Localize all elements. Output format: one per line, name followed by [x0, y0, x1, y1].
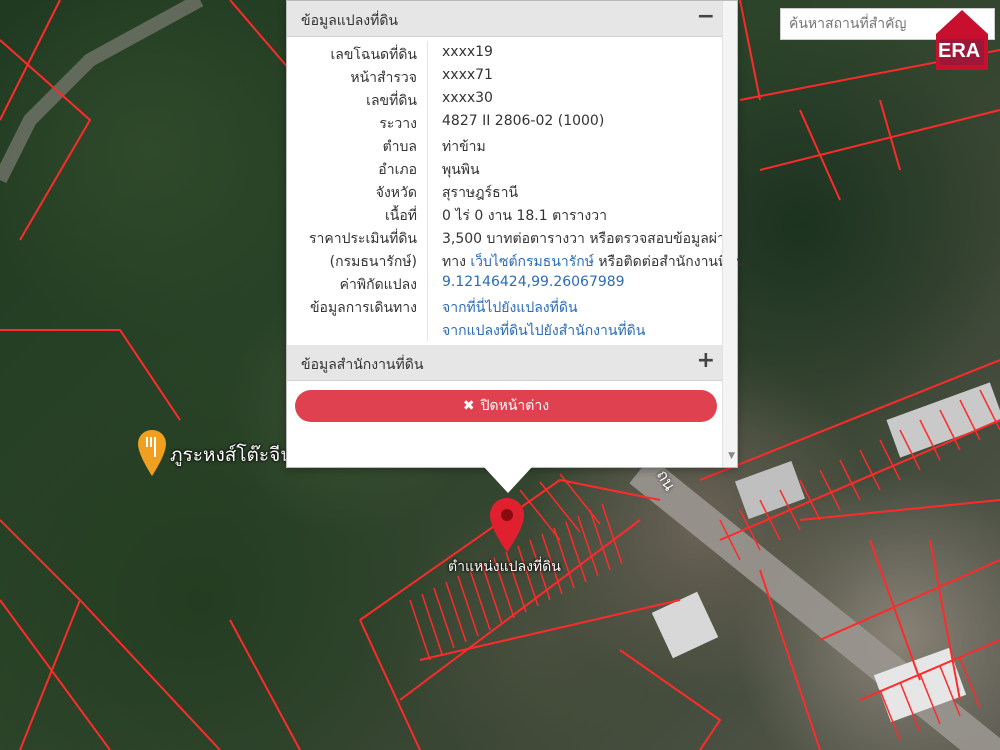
info-label: ราคาประเมินที่ดิน [308, 231, 417, 247]
info-value: xxxx19 [442, 44, 493, 60]
marker-label: ตำแหน่งแปลงที่ดิน [448, 559, 561, 575]
info-row-coordinates: ค่าพิกัดแปลง 9.12146424,99.26067989 [287, 271, 723, 294]
info-value: xxxx71 [442, 67, 493, 83]
info-row-survey-page: หน้าสำรวจ xxxx71 [287, 64, 723, 87]
popup-pointer [484, 467, 532, 493]
info-row-province: จังหวัด สุราษฎร์ธานี [287, 179, 723, 202]
info-label: ข้อมูลการเดินทาง [309, 300, 417, 316]
directions-to-office-link[interactable]: จากแปลงที่ดินไปยังสำนักงานที่ดิน [442, 320, 645, 342]
info-label: เลขที่ดิน [366, 93, 417, 109]
info-row-treasury: (กรมธนารักษ์) ทาง เว็บไซต์กรมธนารักษ์ หร… [287, 248, 746, 271]
info-row-district: อำเภอ พุนพิน [287, 156, 723, 179]
info-value: xxxx30 [442, 90, 493, 106]
info-value: พุนพิน [442, 162, 480, 178]
info-row-land-number: เลขที่ดิน xxxx30 [287, 87, 723, 110]
close-button-label: ปิดหน้าต่าง [480, 398, 550, 414]
info-value: 3,500 บาทต่อตารางวา หรือตรวจสอบข้อมูลผ่า… [442, 231, 735, 247]
info-label: ระวาง [379, 116, 417, 132]
info-row-deed-number: เลขโฉนดที่ดิน xxxx19 [287, 41, 723, 64]
parcel-info-popup: ข้อมูลแปลงที่ดิน − เลขโฉนดที่ดิน xxxx19 … [286, 0, 746, 468]
location-marker-icon[interactable] [490, 498, 524, 552]
info-value: ทาง เว็บไซต์กรมธนารักษ์ หรือติดต่อสำนักง… [442, 251, 746, 273]
info-row-directions-office: จากแปลงที่ดินไปยังสำนักงานที่ดิน [287, 317, 723, 340]
info-label: เนื้อที่ [385, 208, 417, 224]
land-info-header[interactable]: ข้อมูลแปลงที่ดิน − [287, 1, 723, 37]
restaurant-pin-icon[interactable] [138, 430, 166, 476]
info-label: ค่าพิกัดแปลง [339, 277, 417, 293]
info-row-sheet: ระวาง 4827 II 2806-02 (1000) [287, 110, 723, 133]
info-label: อำเภอ [378, 162, 417, 178]
directions-to-parcel-link[interactable]: จากที่นี่ไปยังแปลงที่ดิน [442, 297, 578, 319]
info-label: หน้าสำรวจ [350, 70, 417, 86]
coordinates-link[interactable]: 9.12146424,99.26067989 [442, 274, 625, 290]
info-label: เลขโฉนดที่ดิน [330, 47, 417, 63]
office-info-title: ข้อมูลสำนักงานที่ดิน [301, 357, 424, 373]
info-label: ตำบล [382, 139, 417, 155]
popup-scrollbar[interactable]: ▼ [722, 1, 737, 467]
info-row-appraisal: ราคาประเมินที่ดิน 3,500 บาทต่อตารางวา หร… [287, 225, 734, 248]
info-row-subdistrict: ตำบล ท่าข้าม [287, 133, 723, 156]
poi-label[interactable]: ภูระหงส์โต๊ะจีน [170, 440, 286, 470]
info-row-area: เนื้อที่ 0 ไร่ 0 งาน 18.1 ตารางวา [287, 202, 723, 225]
info-label: (กรมธนารักษ์) [329, 254, 417, 270]
parcel-info-table: เลขโฉนดที่ดิน xxxx19 หน้าสำรวจ xxxx71 เล… [287, 41, 746, 340]
info-value: ท่าข้าม [442, 139, 486, 155]
info-row-directions: ข้อมูลการเดินทาง จากที่นี่ไปยังแปลงที่ดิ… [287, 294, 723, 317]
expand-icon[interactable]: + [697, 348, 715, 373]
close-window-button[interactable]: ✖ ปิดหน้าต่าง [295, 390, 717, 422]
value-prefix: ทาง [442, 254, 471, 270]
scroll-down-icon[interactable]: ▼ [728, 451, 735, 461]
info-value: สุราษฎร์ธานี [442, 185, 519, 201]
era-logo: ERA [930, 6, 994, 70]
office-info-header[interactable]: ข้อมูลสำนักงานที่ดิน + [287, 345, 723, 381]
close-icon: ✖ [462, 398, 475, 414]
info-value: 4827 II 2806-02 (1000) [442, 113, 605, 129]
info-value: 0 ไร่ 0 งาน 18.1 ตารางวา [442, 208, 607, 224]
collapse-icon[interactable]: − [697, 4, 715, 29]
land-info-title: ข้อมูลแปลงที่ดิน [301, 13, 399, 29]
info-label: จังหวัด [375, 185, 417, 201]
logo-text: ERA [938, 40, 981, 62]
treasury-website-link[interactable]: เว็บไซต์กรมธนารักษ์ [470, 254, 594, 270]
